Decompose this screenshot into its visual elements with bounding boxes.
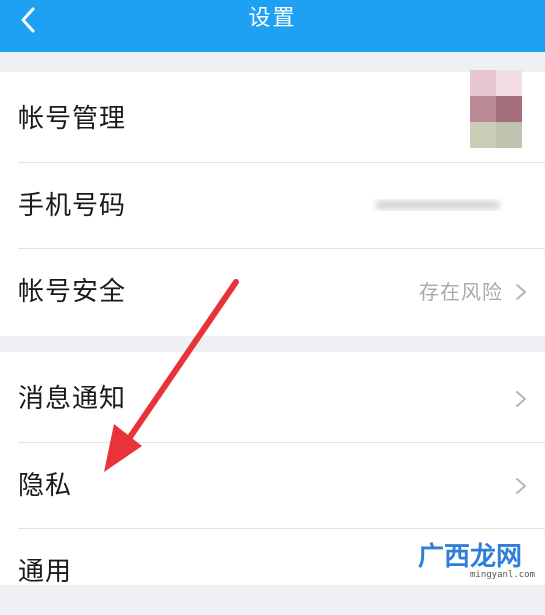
phone-number-blurred [375, 200, 500, 210]
row-label: 通用 [18, 557, 73, 587]
row-label: 帐号管理 [18, 104, 127, 134]
page-title: 设置 [248, 6, 297, 31]
row-label: 帐号安全 [18, 277, 127, 307]
watermark-url: mingyanl.com [470, 570, 536, 580]
chevron-right-icon [516, 478, 526, 494]
settings-row-notifications[interactable]: 消息通知 [0, 356, 545, 442]
chevron-right-icon [516, 391, 526, 407]
security-status: 存在风险 [419, 280, 503, 304]
row-label: 隐私 [18, 471, 73, 501]
row-label: 消息通知 [18, 384, 127, 414]
settings-row-account-management[interactable]: 帐号管理 [0, 76, 545, 162]
avatar [470, 70, 522, 148]
row-label: 手机号码 [18, 191, 127, 221]
settings-row-privacy[interactable]: 隐私 [0, 443, 545, 529]
app-header: 设置 [0, 0, 545, 52]
watermark-text: 广西龙网 [418, 542, 523, 572]
chevron-right-icon [516, 284, 526, 300]
settings-row-account-security[interactable]: 帐号安全 存在风险 [0, 249, 545, 335]
